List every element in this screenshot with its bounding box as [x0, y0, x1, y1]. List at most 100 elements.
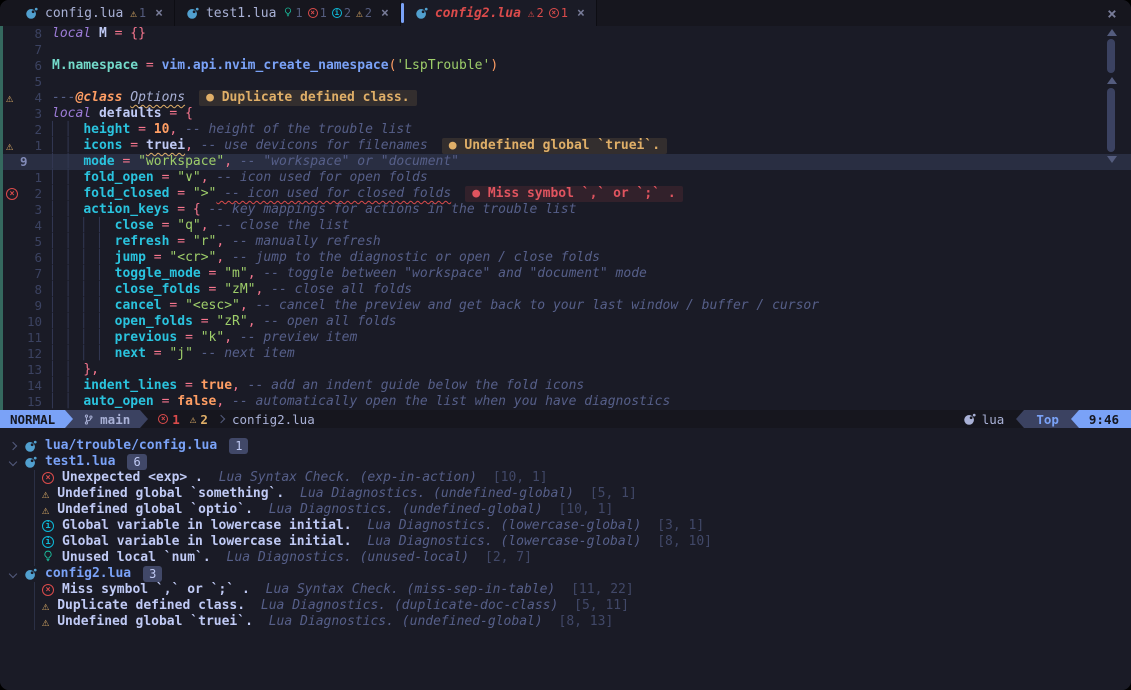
diagnostic-count-badge: 3	[143, 566, 162, 582]
statusline: NORMAL main ×1 ⚠2 config2.lua lua Top 9:…	[0, 410, 1131, 428]
code-line[interactable]: ⚠1▏ ▏ icons = truei, -- use devicons for…	[0, 138, 1131, 154]
trouble-diagnostic-row[interactable]: ×Miss symbol `,` or `;` . Lua Syntax Che…	[34, 582, 1131, 598]
diagnostic-source: Lua Diagnostics. (undefined-global)	[300, 486, 582, 502]
code-line[interactable]: 7	[0, 42, 1131, 58]
warning-icon: ⚠	[42, 616, 49, 628]
tab-close-icon[interactable]: ×	[381, 6, 389, 21]
line-number: 10	[20, 314, 42, 330]
line-number: 15	[20, 394, 42, 410]
line-number: 7	[20, 42, 42, 58]
trouble-file-row[interactable]: test1.lua6	[0, 454, 1131, 470]
trouble-diagnostic-row[interactable]: iGlobal variable in lowercase initial. L…	[34, 534, 1131, 550]
tab-config2.lua[interactable]: config2.lua⚠2×1×	[401, 0, 597, 26]
code-text: ▏ ▏ action_keys = { -- key mappings for …	[42, 202, 576, 218]
code-line[interactable]: 9▏ ▏ ▏ ▏ cancel = "<esc>", -- cancel the…	[0, 298, 1131, 314]
code-editor[interactable]: 8local M = {}76M.namespace = vim.api.nvi…	[0, 26, 1131, 410]
warning-icon: ⚠	[42, 600, 49, 612]
tab-close-icon[interactable]: ×	[577, 6, 585, 21]
line-number: 8	[20, 282, 42, 298]
code-line[interactable]: 5▏ ▏ ▏ ▏ refresh = "r", -- manually refr…	[0, 234, 1131, 250]
code-line[interactable]: 3▏ ▏ action_keys = { -- key mappings for…	[0, 202, 1131, 218]
code-line[interactable]: 9▏ ▏ mode = "workspace", -- "workspace" …	[0, 154, 1131, 170]
tabline-close-button[interactable]: ×	[1099, 0, 1125, 26]
trouble-diagnostic-row[interactable]: ⚠Undefined global `optio`. Lua Diagnosti…	[34, 502, 1131, 518]
sign-column: ⚠	[3, 140, 20, 152]
scrollbar[interactable]	[1105, 26, 1117, 410]
tab-close-icon[interactable]: ×	[155, 6, 163, 21]
diagnostic-badge: ×1	[549, 6, 568, 20]
code-text: ▏ ▏ },	[42, 362, 99, 378]
trouble-diagnostic-row[interactable]: ×Unexpected <exp> . Lua Syntax Check. (e…	[34, 470, 1131, 486]
scrollbar-thumb[interactable]	[1107, 39, 1115, 73]
code-line[interactable]: 8▏ ▏ ▏ ▏ close_folds = "zM", -- close al…	[0, 282, 1131, 298]
diagnostic-badge: ×1	[308, 6, 327, 20]
code-text: ▏ ▏ icons = truei, -- use devicons for f…	[42, 138, 428, 154]
trouble-panel: lua/trouble/config.lua1test1.lua6×Unexpe…	[0, 428, 1131, 690]
error-icon: ×	[308, 8, 318, 18]
diagnostic-badge: ⚠2	[356, 6, 372, 20]
git-added-sign	[0, 58, 3, 74]
line-number: 1	[20, 138, 42, 154]
trouble-file-row[interactable]: config2.lua3	[0, 566, 1131, 582]
diagnostic-position: [10, 1]	[493, 470, 548, 486]
code-line[interactable]: 1▏ ▏ fold_open = "∨", -- icon used for o…	[0, 170, 1131, 186]
lua-icon	[186, 7, 199, 20]
git-branch-segment: main	[73, 410, 140, 428]
code-text: ▏ ▏ ▏ ▏ previous = "k", -- preview item	[42, 330, 357, 346]
warning-icon: ⚠	[356, 8, 363, 19]
tab-test1.lua[interactable]: test1.lua1×1i2⚠2×	[175, 0, 401, 26]
trouble-file-row[interactable]: lua/trouble/config.lua1	[0, 438, 1131, 454]
statusline-warning-count: ⚠2	[190, 412, 208, 427]
code-line[interactable]: 7▏ ▏ ▏ ▏ toggle_mode = "m", -- toggle be…	[0, 266, 1131, 282]
code-line[interactable]: 4▏ ▏ ▏ ▏ close = "q", -- close the list	[0, 218, 1131, 234]
warning-icon: ⚠	[6, 92, 13, 104]
tab-config.lua[interactable]: config.lua⚠1×	[14, 0, 175, 26]
cursor-position: 9:46	[1079, 410, 1131, 428]
code-line[interactable]: 3local defaults = {	[0, 106, 1131, 122]
line-number: 14	[20, 378, 42, 394]
powerline-separator	[140, 410, 148, 428]
code-text: ▏ ▏ ▏ ▏ refresh = "r", -- manually refre…	[42, 234, 381, 250]
trouble-diagnostic-row[interactable]: ⚠Duplicate defined class. Lua Diagnostic…	[34, 598, 1131, 614]
diagnostic-source: Lua Diagnostics. (undefined-global)	[269, 614, 551, 630]
neovim-window: config.lua⚠1×test1.lua1×1i2⚠2×config2.lu…	[0, 0, 1131, 690]
info-icon: i	[42, 520, 54, 532]
scrollbar-up-arrow-icon	[1107, 29, 1117, 36]
trouble-diagnostic-row[interactable]: Unused local `num`. Lua Diagnostics. (un…	[34, 550, 1131, 566]
scrollbar-thumb[interactable]	[1107, 88, 1115, 152]
code-line[interactable]: 14▏ ▏ indent_lines = true, -- add an ind…	[0, 378, 1131, 394]
trouble-file-name: test1.lua	[45, 454, 115, 470]
line-number: 9	[20, 154, 42, 170]
code-line[interactable]: 5	[0, 74, 1131, 90]
code-line[interactable]: ⚠4---@class Options● Duplicate defined c…	[0, 90, 1131, 106]
git-added-sign	[0, 202, 3, 218]
diagnostic-position: [8, 13]	[559, 614, 614, 630]
code-line[interactable]: 13▏ ▏ },	[0, 362, 1131, 378]
code-line[interactable]: 10▏ ▏ ▏ ▏ open_folds = "zR", -- open all…	[0, 314, 1131, 330]
code-line[interactable]: 6▏ ▏ ▏ ▏ jump = "<cr>", -- jump to the d…	[0, 250, 1131, 266]
chevron-down-icon	[9, 570, 17, 578]
code-line[interactable]: 8local M = {}	[0, 26, 1131, 42]
error-icon: ×	[42, 584, 54, 596]
diagnostic-source: Lua Diagnostics. (unused-local)	[227, 550, 477, 566]
diagnostic-message: Undefined global `something`.	[57, 486, 292, 502]
diagnostic-message: Global variable in lowercase initial.	[62, 534, 359, 550]
tab-label: test1.lua	[206, 6, 276, 21]
trouble-diagnostic-row[interactable]: iGlobal variable in lowercase initial. L…	[34, 518, 1131, 534]
code-line[interactable]: 11▏ ▏ ▏ ▏ previous = "k", -- preview ite…	[0, 330, 1131, 346]
powerline-separator	[65, 410, 73, 428]
code-line[interactable]: 6M.namespace = vim.api.nvim_create_names…	[0, 58, 1131, 74]
code-line[interactable]: ×2▏ ▏ fold_closed = ">" -- icon used for…	[0, 186, 1131, 202]
code-line[interactable]: 2▏ ▏ height = 10, -- height of the troub…	[0, 122, 1131, 138]
lua-icon	[24, 456, 37, 469]
code-line[interactable]: 12▏ ▏ ▏ ▏ next = "j" -- next item	[0, 346, 1131, 362]
info-icon: i	[332, 8, 342, 18]
trouble-diagnostic-row[interactable]: ⚠Undefined global `truei`. Lua Diagnosti…	[34, 614, 1131, 630]
code-lines: 8local M = {}76M.namespace = vim.api.nvi…	[0, 26, 1131, 410]
trouble-diagnostic-row[interactable]: ⚠Undefined global `something`. Lua Diagn…	[34, 486, 1131, 502]
statusline-filetype: lua	[951, 410, 1017, 428]
code-line[interactable]: 15▏ ▏ auto_open = false, -- automaticall…	[0, 394, 1131, 410]
lua-icon	[25, 7, 38, 20]
tab-diagnostic-badges: 1×1i2⚠2	[283, 6, 372, 20]
lua-icon	[24, 440, 37, 453]
